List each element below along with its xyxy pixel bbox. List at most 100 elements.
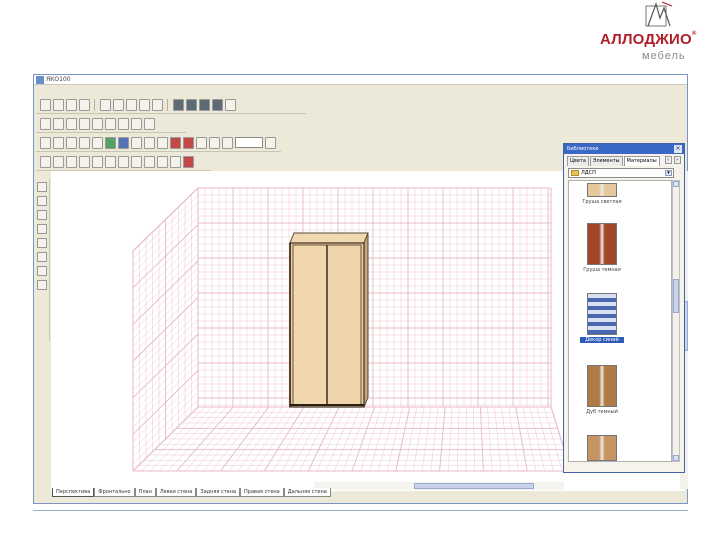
title-bar: ЯКО100 [34,75,687,85]
new-file-icon[interactable] [40,98,51,111]
chevron-right-icon[interactable]: › [673,156,681,164]
material-item[interactable]: Декор синий [580,293,624,343]
wardrobe[interactable] [289,232,369,408]
move-icon[interactable] [53,155,64,168]
select-icon[interactable] [40,155,51,168]
copy-icon[interactable] [113,98,124,111]
erase-icon[interactable] [37,252,47,262]
tab-colors[interactable]: Цвета [567,156,589,166]
scroll-thumb[interactable] [414,483,534,489]
module-icon[interactable] [118,136,129,149]
view-3d-icon[interactable] [212,98,223,111]
scroll-down-icon[interactable] [673,455,679,461]
floor-icon[interactable] [131,155,142,168]
material-swatch[interactable] [587,293,617,335]
material-item[interactable]: Груша темная [583,223,621,273]
draw-circle-icon[interactable] [37,238,47,248]
material-swatch[interactable] [587,365,617,407]
app-icon [36,76,44,84]
redo-icon[interactable] [152,98,163,111]
light-icon[interactable] [209,136,220,149]
chevron-left-icon[interactable]: ‹ [664,156,672,164]
folder-select[interactable]: ЛДСП ▾ [568,168,674,178]
material-icon[interactable] [196,136,207,149]
mirror-icon[interactable] [105,117,116,130]
paste-icon[interactable] [126,98,137,111]
snap-icon[interactable] [66,155,77,168]
pan-icon[interactable] [92,155,103,168]
tab-front[interactable]: Фронтально [94,488,135,497]
brand-logo-icon [645,1,673,27]
door-opening-icon[interactable] [157,155,168,168]
tab-right-wall[interactable]: Правая стена [240,488,284,497]
tab-scroll: ‹ › [664,156,681,166]
wall-icon[interactable] [118,155,129,168]
undo-icon[interactable] [139,98,150,111]
dimension-icon[interactable] [105,155,116,168]
material-swatch[interactable] [587,223,617,265]
chevron-down-icon[interactable]: ▾ [665,170,672,176]
view-top-icon[interactable] [186,98,197,111]
tab-back-wall[interactable]: Задняя стена [196,488,241,497]
shelf-icon[interactable] [53,136,64,149]
offset-icon[interactable] [37,266,47,276]
zoom-select[interactable] [235,137,263,148]
door-icon[interactable] [66,136,77,149]
text-icon[interactable] [170,155,181,168]
material-item[interactable]: Дуб темный [586,365,618,415]
close-icon[interactable]: × [674,145,682,153]
draw-arc-icon[interactable] [37,210,47,220]
view-side-icon[interactable] [199,98,210,111]
texture-icon[interactable] [170,136,181,149]
save-icon[interactable] [66,98,77,111]
cut-icon[interactable] [100,98,111,111]
draw-rect-icon[interactable] [37,196,47,206]
tab-plan[interactable]: План [134,488,156,497]
scroll-up-icon[interactable] [673,181,679,187]
tab-left-wall[interactable]: Левая стена [155,488,197,497]
rod-icon[interactable] [92,136,103,149]
zoom-icon[interactable] [225,98,236,111]
profile-icon[interactable] [157,136,168,149]
view-front-icon[interactable] [173,98,184,111]
panel-icon[interactable] [40,136,51,149]
handle-icon[interactable] [131,136,142,149]
window-icon[interactable] [144,155,155,168]
materials-panel-tabs: Цвета Элементы Материалы ‹ › [564,156,684,166]
material-swatch[interactable] [587,183,617,197]
tab-far-wall[interactable]: Дальняя стена [283,488,331,497]
align-left-icon[interactable] [40,117,51,130]
zoom-in-icon[interactable] [222,136,233,149]
render-icon[interactable] [183,155,194,168]
toolbar-separator [94,98,96,111]
scroll-thumb[interactable] [673,279,679,313]
trim-icon[interactable] [37,280,47,290]
open-icon[interactable] [53,98,64,111]
leg-icon[interactable] [144,136,155,149]
tab-materials[interactable]: Материалы [623,156,660,166]
align-center-icon[interactable] [53,117,64,130]
orbit-icon[interactable] [79,155,90,168]
zoom-fit-icon[interactable] [265,136,276,149]
draw-line-icon[interactable] [37,182,47,192]
align-right-icon[interactable] [66,117,77,130]
material-label: Груша темная [583,267,621,273]
tab-elements[interactable]: Элементы [589,156,623,166]
canvas-horizontal-scrollbar[interactable] [314,482,564,490]
material-item[interactable]: Груша светлая [582,183,622,205]
distribute-icon[interactable] [79,117,90,130]
color-icon[interactable] [183,136,194,149]
measure-icon[interactable] [144,117,155,130]
tab-perspective[interactable]: Перспектива [52,488,95,497]
material-item[interactable] [587,435,617,461]
group-icon[interactable] [118,117,129,130]
materials-scrollbar[interactable] [672,180,680,462]
draw-poly-icon[interactable] [37,224,47,234]
material-label-selected: Декор синий [580,337,624,343]
cabinet-icon[interactable] [105,136,116,149]
ungroup-icon[interactable] [131,117,142,130]
rotate-icon[interactable] [92,117,103,130]
print-icon[interactable] [79,98,90,111]
drawer-icon[interactable] [79,136,90,149]
material-swatch[interactable] [587,435,617,461]
